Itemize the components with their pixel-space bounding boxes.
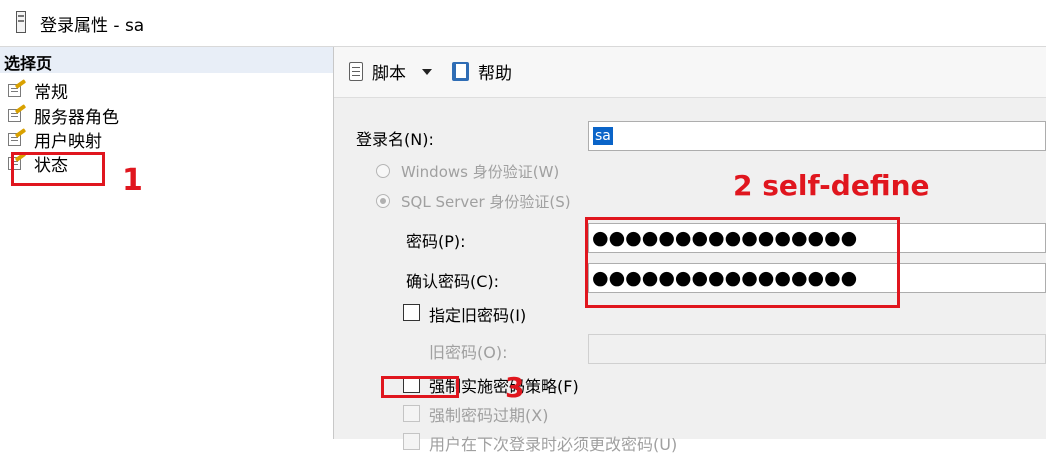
annotation-label-2: 2 self-define: [733, 169, 930, 202]
window-title: 登录属性 - sa: [40, 16, 145, 36]
select-page-header: 选择页: [0, 47, 333, 73]
window-icon: [16, 11, 26, 33]
title-bar: 登录属性 - sa: [0, 0, 1046, 47]
old-password-label: 旧密码(O):: [429, 343, 508, 362]
page-icon: [6, 79, 27, 98]
windows-auth-label: Windows 身份验证(W): [401, 163, 560, 181]
page-icon: [6, 104, 27, 123]
sql-auth-radio[interactable]: [376, 194, 390, 208]
annotation-label-3: 3: [505, 371, 525, 404]
annotation-label-1: 1: [122, 163, 143, 198]
annotation-box-policy: [381, 376, 459, 398]
chevron-down-icon[interactable]: [422, 68, 432, 75]
login-name-value: sa: [593, 127, 613, 145]
enforce-expiration-checkbox[interactable]: [403, 405, 420, 422]
annotation-box-passwords: [585, 217, 900, 308]
help-button[interactable]: 帮助: [450, 59, 512, 84]
select-page-pane: 选择页 常规 服务器角色 用户映射 状态: [0, 47, 334, 439]
help-book-icon: [450, 61, 472, 83]
enforce-expiration-label: 强制密码过期(X): [429, 406, 549, 425]
sidebar-item-label: 用户映射: [34, 131, 102, 152]
specify-old-password-label: 指定旧密码(I): [429, 306, 527, 325]
sql-auth-label: SQL Server 身份验证(S): [401, 193, 571, 211]
specify-old-password-checkbox[interactable]: [403, 304, 420, 321]
help-label: 帮助: [478, 64, 512, 84]
script-icon: [346, 61, 366, 83]
sidebar-item-label: 服务器角色: [34, 107, 119, 128]
login-name-label: 登录名(N):: [356, 130, 434, 149]
sidebar-item-general[interactable]: 常规: [6, 79, 68, 103]
sidebar-item-server-roles[interactable]: 服务器角色: [6, 104, 119, 128]
script-label: 脚本: [372, 64, 406, 84]
confirm-password-label: 确认密码(C):: [406, 272, 500, 291]
sidebar-item-label: 常规: [34, 82, 68, 103]
password-label: 密码(P):: [406, 232, 466, 251]
sidebar-item-user-mapping[interactable]: 用户映射: [6, 128, 102, 152]
annotation-box-status: [11, 152, 105, 186]
script-button[interactable]: 脚本: [346, 59, 432, 84]
page-icon: [6, 128, 27, 147]
login-name-input[interactable]: sa: [588, 121, 1046, 151]
old-password-input[interactable]: [588, 334, 1046, 364]
toolbar: 脚本 帮助: [334, 47, 1046, 98]
must-change-checkbox[interactable]: [403, 433, 420, 450]
must-change-label: 用户在下次登录时必须更改密码(U): [429, 435, 678, 454]
windows-auth-radio[interactable]: [376, 164, 390, 178]
